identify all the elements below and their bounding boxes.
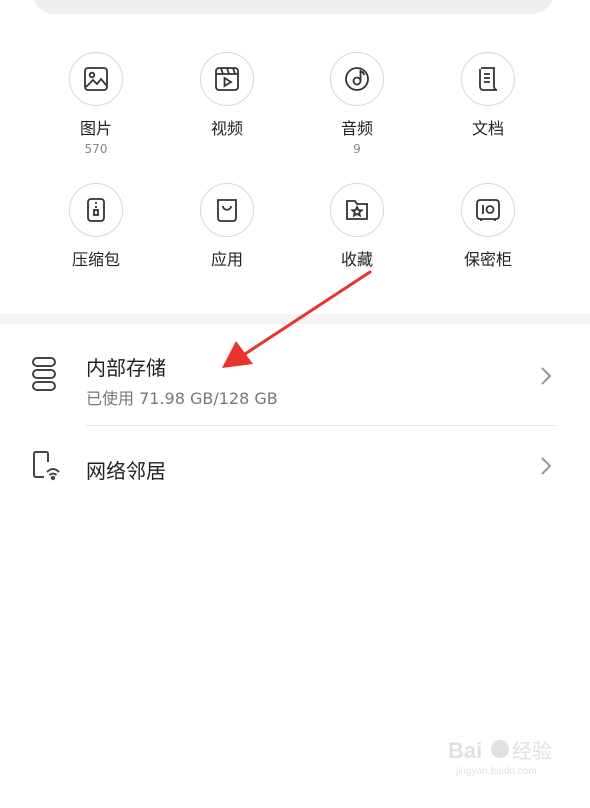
internal-storage-row[interactable]: 内部存储 已使用 71.98 GB/128 GB — [0, 330, 590, 425]
search-bar[interactable] — [32, 0, 554, 14]
category-label: 压缩包 — [71, 250, 120, 269]
baidu-watermark-logo: Bai 经验 jingyan.baidu.com — [448, 734, 560, 784]
music-icon — [330, 52, 384, 106]
category-safe[interactable]: 保密柜 — [438, 183, 538, 269]
category-count: 570 — [84, 142, 108, 156]
favorites-star-icon — [330, 183, 384, 237]
category-favorites[interactable]: 收藏 — [307, 183, 407, 269]
storage-title: 内部存储 — [86, 356, 166, 380]
section-separator — [0, 314, 590, 324]
category-label: 文档 — [471, 119, 504, 138]
storage-icon — [30, 356, 60, 396]
video-icon — [200, 52, 254, 106]
category-documents[interactable]: 文档 — [438, 52, 538, 138]
category-apps[interactable]: 应用 — [177, 183, 277, 269]
chevron-right-icon — [540, 456, 552, 480]
category-count: 9 — [353, 142, 361, 156]
archive-icon — [69, 183, 123, 237]
network-device-icon — [30, 450, 62, 486]
svg-text:jingyan.baidu.com: jingyan.baidu.com — [455, 766, 537, 777]
category-videos[interactable]: 视频 — [177, 52, 277, 138]
category-label: 应用 — [210, 250, 243, 269]
network-title: 网络邻居 — [86, 459, 166, 483]
svg-text:Bai: Bai — [448, 738, 482, 763]
document-icon — [461, 52, 515, 106]
svg-text:经验: 经验 — [512, 740, 552, 763]
storage-usage: 已使用 71.98 GB/128 GB — [86, 389, 278, 408]
chevron-right-icon — [540, 366, 552, 390]
category-label: 收藏 — [340, 250, 373, 269]
category-archives[interactable]: 压缩包 — [46, 183, 146, 269]
category-images[interactable]: 图片 570 — [46, 52, 146, 156]
category-label: 保密柜 — [463, 250, 512, 269]
network-neighborhood-row[interactable]: 网络邻居 — [0, 426, 590, 506]
image-icon — [69, 52, 123, 106]
safe-icon — [461, 183, 515, 237]
app-bag-icon — [200, 183, 254, 237]
category-label: 视频 — [210, 119, 243, 138]
category-label: 图片 — [79, 119, 112, 138]
category-audio[interactable]: 音频 9 — [307, 52, 407, 156]
category-label: 音频 — [340, 119, 373, 138]
